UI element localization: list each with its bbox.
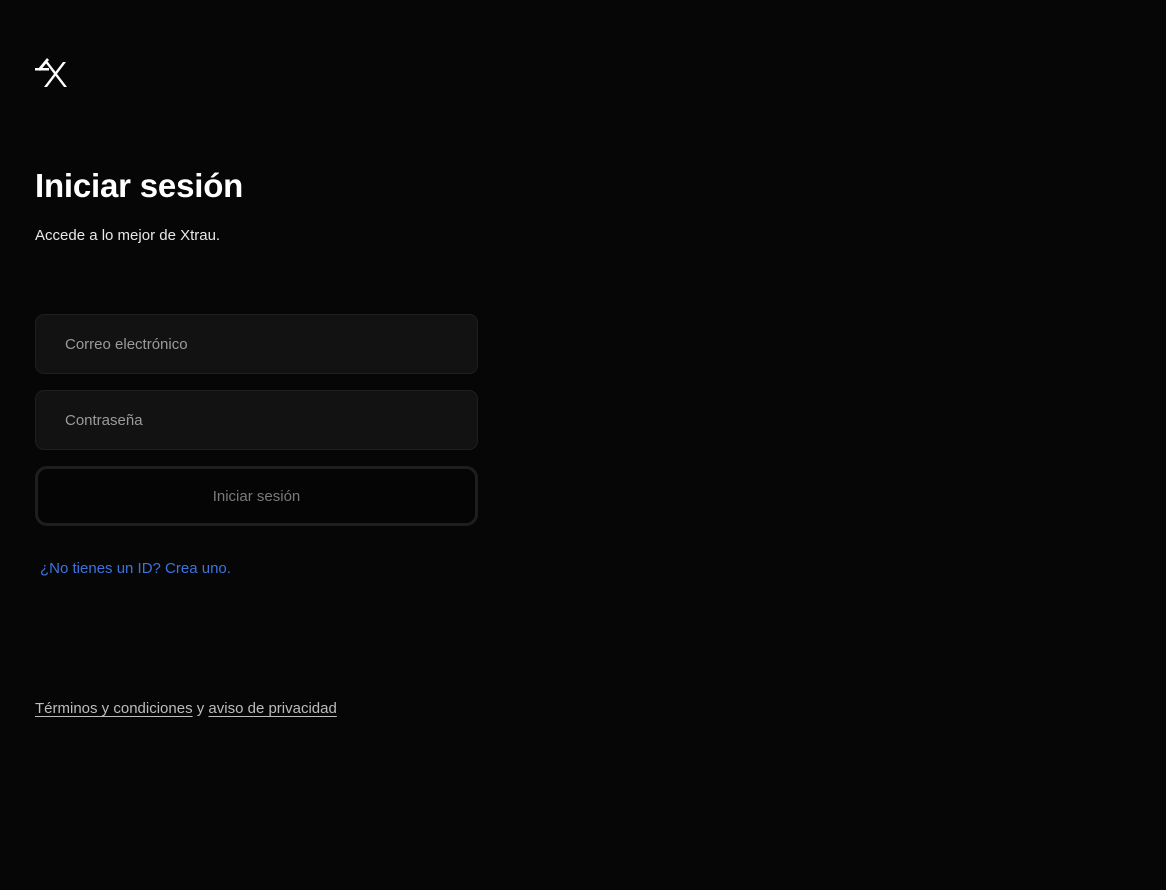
- create-id-link[interactable]: ¿No tienes un ID? Crea uno.: [40, 559, 231, 579]
- page-title: Iniciar sesión: [35, 167, 244, 204]
- legal-footer: Términos y condiciones y aviso de privac…: [35, 699, 337, 719]
- privacy-link[interactable]: aviso de privacidad: [208, 700, 336, 717]
- page-subtitle: Accede a lo mejor de Xtrau.: [35, 227, 221, 244]
- xtrau-logo-icon: [34, 56, 68, 88]
- email-field[interactable]: [35, 314, 478, 374]
- legal-connector: y: [196, 700, 205, 717]
- login-button[interactable]: Iniciar sesión: [35, 466, 478, 526]
- password-field[interactable]: [35, 390, 478, 450]
- terms-link[interactable]: Términos y condiciones: [35, 700, 193, 717]
